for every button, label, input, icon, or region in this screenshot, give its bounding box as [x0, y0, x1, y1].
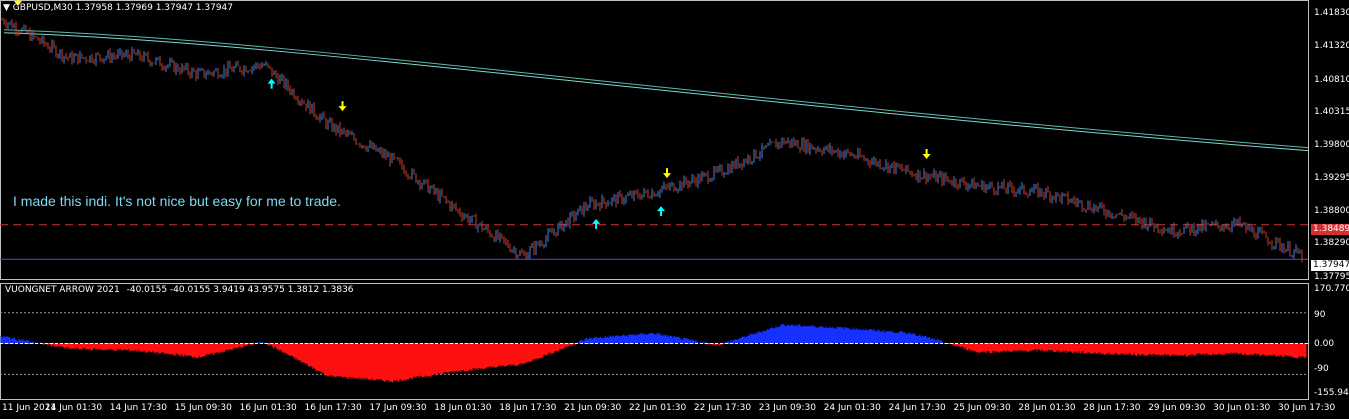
sell-arrow-icon [663, 168, 671, 179]
price-tick: 1.38800 [1314, 206, 1349, 216]
chart-annotation: I made this indi. It's not nice but easy… [13, 193, 341, 209]
price-tick: 1.39800 [1314, 140, 1349, 150]
chart-window: ▼ GBPUSD,M30 1.37958 1.37969 1.37947 1.3… [0, 0, 1349, 419]
moving-average-line-upper [3, 29, 1309, 149]
indicator-name: VUONGNET ARROW 2021 [5, 285, 120, 295]
indicator-tick-lower: -90 [1314, 364, 1329, 374]
time-tick-label: 16 Jun 17:30 [304, 403, 362, 413]
symbol-timeframe: GBPUSD,M30 [12, 3, 73, 13]
price-tick: 1.41320 [1314, 41, 1349, 51]
indicator-tick-zero: 0.00 [1314, 339, 1335, 349]
time-tick-label: 17 Jun 09:30 [369, 403, 427, 413]
time-tick-label: 22 Jun 17:30 [693, 403, 752, 413]
price-tick: 1.40315 [1314, 107, 1349, 117]
price-chart[interactable] [0, 0, 1349, 419]
time-tick-label: 14 Jun 17:30 [109, 403, 167, 413]
buy-arrow-icon [592, 218, 601, 229]
chart-header: ▼ GBPUSD,M30 1.37958 1.37969 1.37947 1.3… [3, 3, 233, 13]
time-tick-label: 24 Jun 01:30 [823, 403, 881, 413]
time-tick-label: 22 Jun 01:30 [629, 403, 687, 413]
time-tick-label: 29 Jun 09:30 [1148, 403, 1206, 413]
time-tick-label: 23 Jun 09:30 [758, 403, 816, 413]
current-price-tag: 1.37947 [1311, 260, 1349, 271]
indicator-tick-bottom: -155.944 [1314, 388, 1349, 398]
price-tick: 1.41830 [1314, 8, 1349, 18]
time-tick-label: 28 Jun 01:30 [1018, 403, 1076, 413]
time-tick-label: 18 Jun 01:30 [434, 403, 492, 413]
time-tick-label: 16 Jun 01:30 [239, 403, 297, 413]
sell-arrow-icon [338, 101, 347, 112]
time-tick-label: 30 Jun 01:30 [1213, 403, 1271, 413]
time-tick-label: 25 Jun 09:30 [953, 403, 1011, 413]
price-tick: 1.38290 [1314, 238, 1349, 248]
collapse-triangle-icon[interactable]: ▼ [3, 3, 10, 13]
time-tick-label: 24 Jun 17:30 [888, 403, 946, 413]
indicator-tick-top: 170.7708 [1314, 284, 1349, 294]
indicator-values: -40.0155 -40.0155 3.9419 43.9575 1.3812 … [126, 285, 354, 295]
time-tick-label: 30 Jun 17:30 [1278, 403, 1336, 413]
time-tick-label: 21 Jun 09:30 [564, 403, 622, 413]
indicator-header: VUONGNET ARROW 2021 -40.0155 -40.0155 3.… [5, 285, 354, 295]
time-tick-label: 18 Jun 17:30 [499, 403, 557, 413]
moving-average-line [3, 32, 1309, 152]
main-panel-border [0, 0, 1309, 280]
time-tick-label: 28 Jun 17:30 [1083, 403, 1141, 413]
time-tick-label: 14 Jun 01:30 [44, 403, 103, 413]
price-tick: 1.39295 [1314, 173, 1349, 183]
sell-arrow-icon [922, 148, 931, 159]
buy-arrow-icon [657, 206, 665, 217]
price-tick: 1.40810 [1314, 75, 1349, 85]
red-line-price-tag: 1.38489 [1311, 224, 1349, 235]
price-tick-bottom: 1.37795 [1314, 272, 1349, 282]
ohlc-values: 1.37958 1.37969 1.37947 1.37947 [75, 3, 234, 13]
time-tick-label: 15 Jun 09:30 [174, 403, 232, 413]
buy-arrow-icon [267, 78, 276, 89]
indicator-tick-upper: 90 [1314, 310, 1326, 320]
